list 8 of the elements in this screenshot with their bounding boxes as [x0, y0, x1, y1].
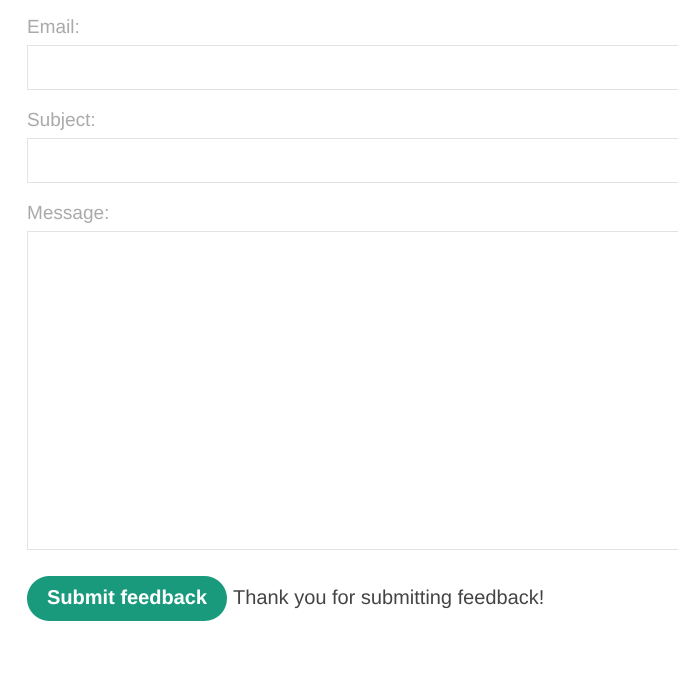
- field-label: Subject:: [27, 109, 97, 133]
- input-field[interactable]: [27, 138, 678, 183]
- input-field[interactable]: [27, 45, 678, 90]
- submit-button[interactable]: Submit feedback: [27, 576, 228, 621]
- field-label: Message:: [27, 202, 110, 226]
- status-message: Thank you for submitting feedback!: [233, 587, 544, 610]
- message-field[interactable]: [27, 231, 678, 550]
- field-label: Email:: [27, 16, 81, 40]
